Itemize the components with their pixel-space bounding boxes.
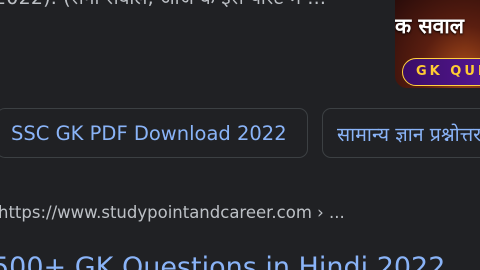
result-title-link[interactable]: 500+ GK Questions in Hindi 2022 — [0, 252, 445, 270]
related-search-chip[interactable]: सामान्य ज्ञान प्रश्नोत्तर — [322, 108, 480, 158]
search-results-page: 2022). (सेना सवाल, आज के इस पोस्ट में ..… — [0, 0, 480, 270]
thumbnail-title: क सवाल — [395, 13, 464, 38]
result-url[interactable]: https://www.studypointandcareer.com › ..… — [0, 203, 345, 222]
related-search-label: सामान्य ज्ञान प्रश्नोत्तर — [337, 122, 480, 146]
related-search-label: SSC GK PDF Download 2022 — [11, 121, 287, 145]
related-search-chip[interactable]: SSC GK PDF Download 2022 — [0, 108, 308, 158]
thumbnail-badge-text: GK QUE — [416, 64, 480, 79]
thumbnail-badge: GK QUE — [402, 58, 480, 86]
result-snippet: 2022). (सेना सवाल, आज के इस पोस्ट में ..… — [0, 0, 326, 10]
result-thumbnail[interactable]: क सवाल GK QUE — [395, 0, 480, 88]
